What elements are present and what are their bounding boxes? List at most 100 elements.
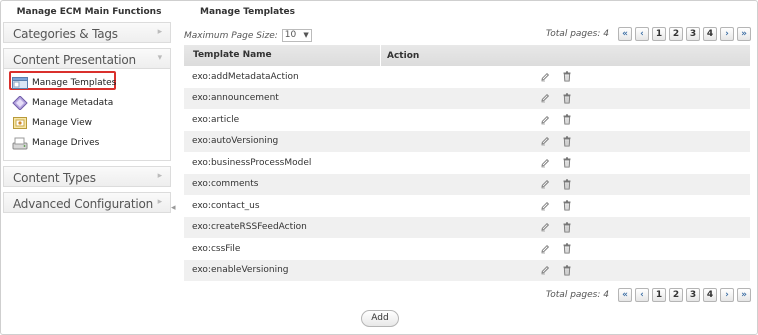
- pager-top: Total pages: 4 « ‹ 1 2 3 4 › »: [546, 27, 751, 41]
- total-pages-label: Total pages: 4: [545, 290, 609, 300]
- table-body: exo:addMetadataAction exo:announcement exo…: [184, 66, 750, 281]
- template-name-cell: exo:enableVersioning: [192, 265, 289, 276]
- templates-table: Template Name Action exo:addMetadataActi…: [184, 45, 750, 281]
- table-row: exo:article: [184, 109, 750, 131]
- menu-item-label: Manage Drives: [32, 138, 100, 148]
- menu-item-manage-templates[interactable]: Manage Templates: [4, 73, 170, 93]
- add-template-button[interactable]: Add: [361, 310, 399, 327]
- template-name-cell: exo:announcement: [192, 93, 279, 104]
- edit-icon[interactable]: [540, 136, 550, 146]
- edit-icon[interactable]: [540, 265, 550, 275]
- first-page-button[interactable]: «: [618, 27, 632, 41]
- edit-icon[interactable]: [540, 244, 550, 254]
- table-row: exo:addMetadataAction: [184, 66, 750, 88]
- section-label: Content Types: [13, 171, 96, 185]
- menu-item-manage-drives[interactable]: Manage Drives: [4, 133, 170, 153]
- chevron-right-icon: ▸: [157, 197, 163, 207]
- page-1-button[interactable]: 1: [652, 288, 666, 302]
- prev-page-button[interactable]: ‹: [635, 288, 649, 302]
- page-3-button[interactable]: 3: [686, 288, 700, 302]
- edit-icon[interactable]: [540, 158, 550, 168]
- menu-item-label: Manage Metadata: [32, 98, 114, 108]
- template-name-cell: exo:createRSSFeedAction: [192, 222, 307, 233]
- next-page-button[interactable]: ›: [720, 288, 734, 302]
- delete-icon[interactable]: [562, 114, 572, 125]
- collapse-left-panel-icon[interactable]: ◂: [171, 202, 176, 213]
- template-name-cell: exo:contact_us: [192, 200, 260, 211]
- menu-item-label: Manage Templates: [32, 78, 117, 88]
- page-size-select[interactable]: 10 ▼: [281, 29, 312, 42]
- table-row: exo:cssFile: [184, 238, 750, 260]
- metadata-icon: [12, 95, 28, 111]
- delete-icon[interactable]: [562, 222, 572, 233]
- next-page-button[interactable]: ›: [720, 27, 734, 41]
- section-content-types[interactable]: Content Types ▸: [3, 166, 171, 187]
- action-cell: [540, 93, 572, 104]
- table-row: exo:businessProcessModel: [184, 152, 750, 174]
- page-4-button[interactable]: 4: [703, 27, 717, 41]
- edit-icon[interactable]: [540, 72, 550, 82]
- action-cell: [540, 157, 572, 168]
- page-3-button[interactable]: 3: [686, 27, 700, 41]
- action-cell: [540, 265, 572, 276]
- delete-icon[interactable]: [562, 200, 572, 211]
- page-size-value: 10: [284, 30, 297, 40]
- template-name-cell: exo:addMetadataAction: [192, 71, 299, 82]
- table-row: exo:createRSSFeedAction: [184, 216, 750, 238]
- chevron-right-icon: ▸: [157, 27, 163, 37]
- page-1-button[interactable]: 1: [652, 27, 666, 41]
- delete-icon[interactable]: [562, 265, 572, 276]
- dropdown-arrow-icon: ▼: [303, 31, 309, 39]
- section-categories-tags[interactable]: Categories & Tags ▸: [3, 22, 171, 43]
- delete-icon[interactable]: [562, 93, 572, 104]
- menu-item-manage-view[interactable]: Manage View: [4, 113, 170, 133]
- action-cell: [540, 200, 572, 211]
- delete-icon[interactable]: [562, 71, 572, 82]
- table-row: exo:comments: [184, 173, 750, 195]
- menu-item-manage-metadata[interactable]: Manage Metadata: [4, 93, 170, 113]
- section-content-presentation[interactable]: Content Presentation ▾: [3, 48, 171, 69]
- edit-icon[interactable]: [540, 115, 550, 125]
- template-name-cell: exo:comments: [192, 179, 259, 190]
- section-label: Advanced Configuration: [13, 197, 154, 211]
- page-2-button[interactable]: 2: [669, 27, 683, 41]
- first-page-button[interactable]: «: [618, 288, 632, 302]
- action-cell: [540, 243, 572, 254]
- view-icon: [12, 116, 28, 130]
- action-cell: [540, 136, 572, 147]
- action-cell: [540, 222, 572, 233]
- menu-item-label: Manage View: [32, 118, 92, 128]
- total-pages-label: Total pages: 4: [545, 29, 609, 39]
- delete-icon[interactable]: [562, 136, 572, 147]
- last-page-button[interactable]: »: [737, 27, 751, 41]
- edit-icon[interactable]: [540, 179, 550, 189]
- edit-icon[interactable]: [540, 93, 550, 103]
- table-header: Template Name Action: [184, 45, 750, 66]
- content-presentation-menu: Manage Templates Manage Metadata Manage …: [3, 69, 171, 161]
- drives-icon: [12, 136, 28, 150]
- table-row: exo:autoVersioning: [184, 130, 750, 152]
- section-label: Categories & Tags: [13, 27, 118, 41]
- page-2-button[interactable]: 2: [669, 288, 683, 302]
- edit-icon[interactable]: [540, 222, 550, 232]
- last-page-button[interactable]: »: [737, 288, 751, 302]
- action-cell: [540, 114, 572, 125]
- action-cell: [540, 71, 572, 82]
- page-4-button[interactable]: 4: [703, 288, 717, 302]
- table-row: exo:contact_us: [184, 195, 750, 217]
- chevron-down-icon: ▾: [157, 53, 163, 63]
- left-panel-title: Manage ECM Main Functions: [16, 7, 162, 17]
- section-advanced-configuration[interactable]: Advanced Configuration ▸: [3, 192, 171, 213]
- delete-icon[interactable]: [562, 243, 572, 254]
- chevron-right-icon: ▸: [157, 171, 163, 181]
- template-name-cell: exo:autoVersioning: [192, 136, 279, 147]
- table-row: exo:announcement: [184, 87, 750, 109]
- delete-icon[interactable]: [562, 179, 572, 190]
- delete-icon[interactable]: [562, 157, 572, 168]
- table-row: exo:enableVersioning: [184, 259, 750, 281]
- action-cell: [540, 179, 572, 190]
- edit-icon[interactable]: [540, 201, 550, 211]
- prev-page-button[interactable]: ‹: [635, 27, 649, 41]
- template-name-cell: exo:businessProcessModel: [192, 157, 312, 168]
- column-header-template-name: Template Name: [184, 45, 381, 66]
